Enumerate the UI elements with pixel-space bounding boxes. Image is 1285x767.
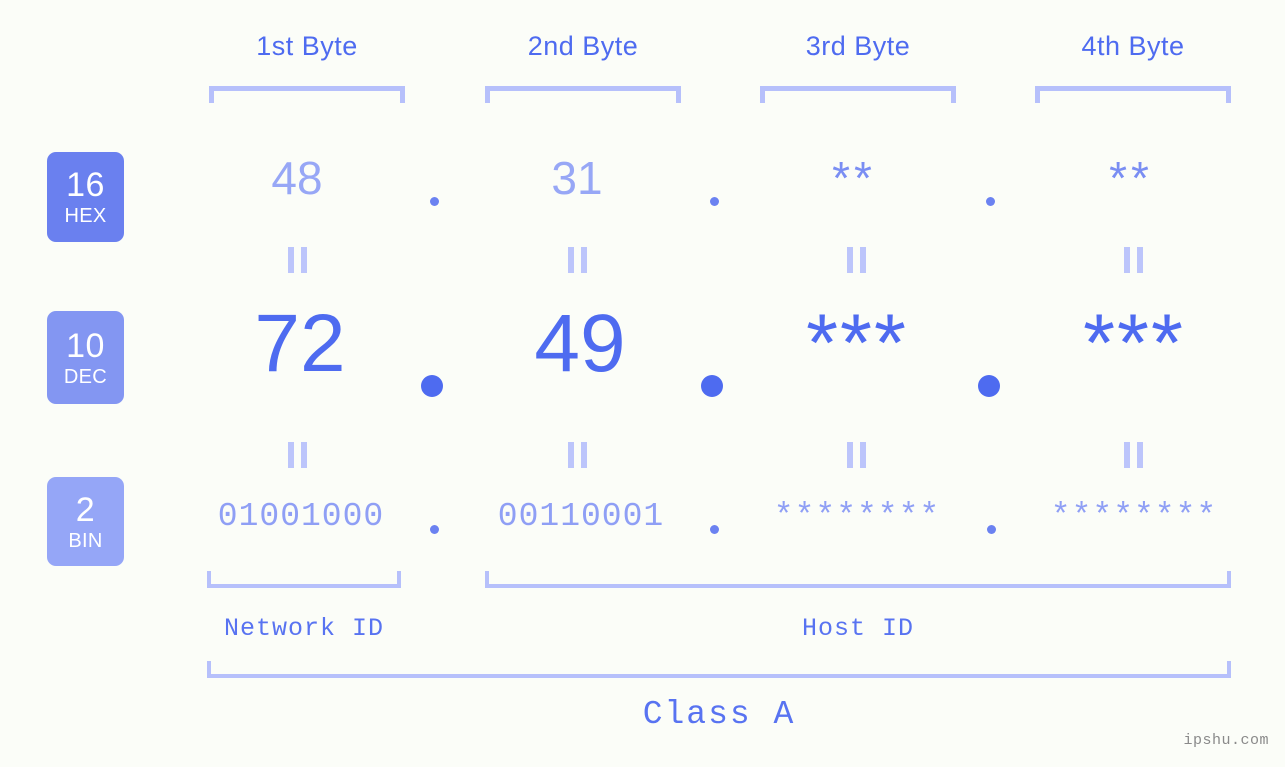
equals-bar [860, 442, 866, 468]
dec-byte-4: *** [1083, 298, 1185, 389]
equals-bar [288, 247, 294, 273]
bin-separator-dot-2 [710, 525, 719, 534]
equals-bar [288, 442, 294, 468]
hex-byte-3: ** [832, 152, 876, 204]
dec-separator-dot-2 [701, 375, 723, 397]
hex-separator-dot-2 [710, 197, 719, 206]
base-badge-bin-number: 2 [75, 490, 96, 529]
dec-byte-2: 49 [534, 298, 626, 389]
equals-mark-hex-dec-3 [847, 247, 866, 273]
hex-separator-dot-1 [430, 197, 439, 206]
equals-mark-dec-bin-1 [288, 442, 307, 468]
equals-mark-dec-bin-3 [847, 442, 866, 468]
host-id-label: Host ID [801, 614, 915, 643]
byte-bracket-1 [209, 86, 405, 103]
byte-bracket-2 [485, 86, 681, 103]
class-label: Class A [642, 696, 796, 733]
equals-bar [301, 442, 307, 468]
equals-mark-hex-dec-4 [1124, 247, 1143, 273]
bin-separator-dot-1 [430, 525, 439, 534]
base-badge-hex-number: 16 [66, 166, 105, 204]
base-badge-bin: 2 BIN [47, 477, 124, 566]
byte-header-3: 3rd Byte [805, 31, 911, 61]
equals-bar [568, 247, 574, 273]
dec-byte-3: *** [806, 298, 908, 389]
base-badge-dec-label: DEC [63, 365, 108, 388]
byte-bracket-4 [1035, 86, 1231, 103]
equals-mark-dec-bin-4 [1124, 442, 1143, 468]
equals-bar [568, 442, 574, 468]
byte-header-2: 2nd Byte [527, 31, 639, 61]
class-bracket [207, 661, 1231, 678]
equals-bar [1137, 247, 1143, 273]
dec-byte-1: 72 [254, 298, 346, 389]
equals-bar [1124, 247, 1130, 273]
watermark: ipshu.com [1183, 732, 1269, 749]
equals-bar [1137, 442, 1143, 468]
bin-byte-3: ******** [773, 498, 941, 535]
equals-mark-hex-dec-1 [288, 247, 307, 273]
bin-byte-1: 01001000 [217, 498, 385, 535]
dec-separator-dot-1 [421, 375, 443, 397]
equals-bar [581, 442, 587, 468]
equals-mark-hex-dec-2 [568, 247, 587, 273]
base-badge-dec-number: 10 [66, 326, 105, 365]
hex-separator-dot-3 [986, 197, 995, 206]
ip-address-breakdown-diagram: 1st Byte 2nd Byte 3rd Byte 4th Byte 16 H… [0, 0, 1285, 767]
hex-byte-1: 48 [271, 152, 323, 204]
equals-bar [847, 247, 853, 273]
equals-bar [860, 247, 866, 273]
base-badge-dec: 10 DEC [47, 311, 124, 404]
host-id-bracket [485, 571, 1231, 588]
dec-separator-dot-3 [978, 375, 1000, 397]
hex-byte-4: ** [1109, 152, 1153, 204]
bin-byte-2: 00110001 [497, 498, 665, 535]
byte-bracket-3 [760, 86, 956, 103]
equals-bar [301, 247, 307, 273]
byte-header-4: 4th Byte [1081, 31, 1185, 61]
equals-bar [1124, 442, 1130, 468]
hex-byte-2: 31 [551, 152, 603, 204]
base-badge-bin-label: BIN [68, 529, 103, 552]
network-id-bracket [207, 571, 401, 588]
equals-bar [847, 442, 853, 468]
base-badge-hex: 16 HEX [47, 152, 124, 242]
equals-mark-dec-bin-2 [568, 442, 587, 468]
equals-bar [581, 247, 587, 273]
base-badge-hex-label: HEX [64, 205, 107, 227]
bin-byte-4: ******** [1050, 498, 1218, 535]
bin-separator-dot-3 [987, 525, 996, 534]
byte-header-1: 1st Byte [256, 31, 358, 61]
network-id-label: Network ID [223, 614, 385, 643]
